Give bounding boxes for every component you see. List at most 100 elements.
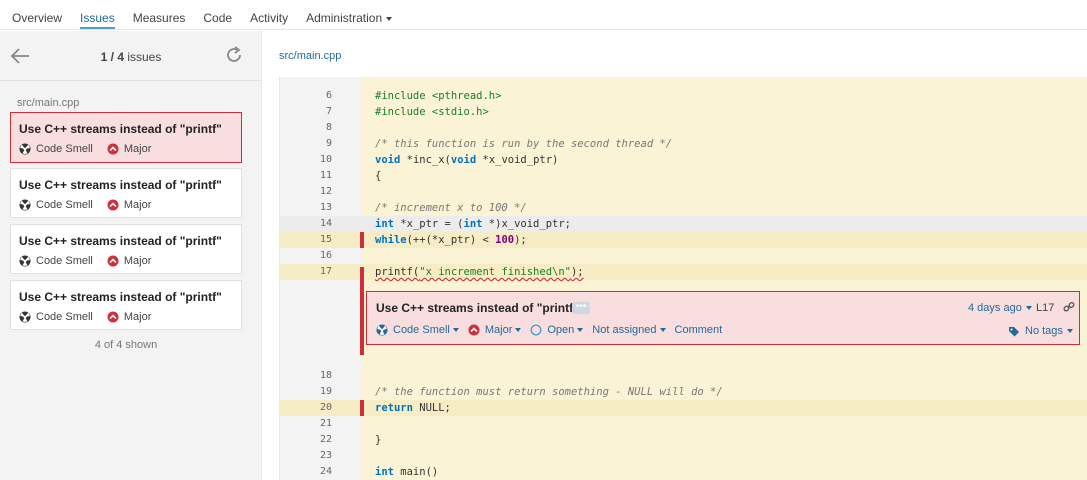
inline-issue-message[interactable]: Use C++ streams instead of "printf" <box>376 301 579 315</box>
line-number[interactable]: 23 <box>280 448 332 464</box>
code-line: 21 <box>280 416 1087 432</box>
line-number[interactable]: 20 <box>280 400 332 416</box>
code-line: 23 <box>280 448 1087 464</box>
issue-severity: Major <box>107 311 151 323</box>
nav-measures[interactable]: Measures <box>133 11 186 29</box>
shown-count: 4 of 4 shown <box>94 339 158 351</box>
issue-counter-value: 1 / 4 <box>100 50 124 64</box>
code-line: 14 int *x_ptr = (int *)x_void_ptr; <box>280 216 1087 232</box>
issue-line-marker <box>360 232 364 248</box>
status-dropdown[interactable]: Open <box>530 324 584 336</box>
main-panel: src/main.cpp 6 #include <pthread.h> 7 #incl… <box>263 31 1087 480</box>
issue-counter: 1 / 4 issues <box>0 50 262 64</box>
line-number[interactable]: 18 <box>280 368 332 384</box>
chevron-down-icon <box>1025 306 1032 311</box>
line-number[interactable]: 14 <box>280 216 332 232</box>
comment-button[interactable]: Comment <box>675 324 723 336</box>
line-number[interactable]: 7 <box>280 104 332 120</box>
line-number[interactable]: 12 <box>280 184 332 200</box>
code-line: 11 { <box>280 168 1087 184</box>
issue-card[interactable]: Use C++ streams instead of "printf" Code … <box>10 168 242 218</box>
line-number[interactable]: 19 <box>280 384 332 400</box>
line-number[interactable]: 11 <box>280 168 332 184</box>
nav-overview[interactable]: Overview <box>12 11 62 29</box>
tags-dropdown[interactable]: No tags <box>1008 325 1073 337</box>
tags-label: No tags <box>1025 325 1063 337</box>
code-line: 19 /* the function must return something … <box>280 384 1087 400</box>
code-text: #include <pthread.h> <box>375 90 502 102</box>
code-text: /* increment x to 100 */ <box>375 202 527 214</box>
code-line: 18 <box>280 368 1087 384</box>
issues-sidebar: 1 / 4 issues src/main.cpp Use C++ stream… <box>0 31 262 480</box>
chevron-down-icon <box>1066 329 1073 333</box>
line-number[interactable]: 24 <box>280 464 332 480</box>
assignee-label: Not assigned <box>592 324 657 336</box>
nav-activity[interactable]: Activity <box>250 11 288 29</box>
issue-meta: Code Smell Major <box>19 311 151 323</box>
code-smell-icon <box>19 199 31 211</box>
code-smell-icon <box>376 324 388 336</box>
nav-administration[interactable]: Administration <box>306 11 393 29</box>
issue-counter-suffix: issues <box>127 50 162 64</box>
issue-card[interactable]: Use C++ streams instead of "printf" Code … <box>10 280 242 330</box>
line-number[interactable]: 10 <box>280 152 332 168</box>
assignee-dropdown[interactable]: Not assigned <box>592 324 666 336</box>
line-number[interactable]: 13 <box>280 200 332 216</box>
nav-code[interactable]: Code <box>203 11 232 29</box>
type-label: Code Smell <box>393 324 450 336</box>
severity-major-icon <box>107 255 119 267</box>
issue-message: Use C++ streams instead of "printf" <box>19 234 222 248</box>
code-line: 9 /* this function is run by the second t… <box>280 136 1087 152</box>
permalink-icon[interactable] <box>1063 301 1075 313</box>
code-line: 6 #include <pthread.h> <box>280 88 1087 104</box>
line-number[interactable]: 9 <box>280 136 332 152</box>
file-breadcrumb[interactable]: src/main.cpp <box>279 50 341 62</box>
line-number[interactable]: 16 <box>280 248 332 264</box>
issue-message: Use C++ streams instead of "printf" <box>19 290 222 304</box>
severity-major-icon <box>107 143 119 155</box>
issue-line-marker <box>360 400 364 416</box>
issue-type: Code Smell <box>36 255 93 267</box>
line-number[interactable]: 8 <box>280 120 332 136</box>
nav-issues[interactable]: Issues <box>80 11 115 29</box>
issue-age[interactable]: 4 days ago <box>968 302 1032 314</box>
code-line: 15 while(++(*x_ptr) < 100); <box>280 232 1087 248</box>
code-text: printf("x increment finished\n"); <box>375 266 584 278</box>
issue-card[interactable]: Use C++ streams instead of "printf" Code … <box>10 224 242 274</box>
issue-actions: Code Smell Major Open Not assigned Comme… <box>376 324 731 336</box>
sidebar-header: 1 / 4 issues <box>0 31 261 81</box>
tag-icon <box>1009 326 1019 336</box>
status-open-icon <box>530 324 542 336</box>
line-number[interactable]: 6 <box>280 88 332 104</box>
issue-age-label: 4 days ago <box>968 302 1022 314</box>
line-number[interactable]: 17 <box>280 264 332 280</box>
issue-meta: Code Smell Major <box>19 199 151 211</box>
issue-type: Code Smell <box>36 311 93 323</box>
top-nav: Overview Issues Measures Code Activity A… <box>0 0 1087 30</box>
code-line: 8 <box>280 120 1087 136</box>
type-dropdown[interactable]: Code Smell <box>376 324 459 336</box>
line-number[interactable]: 21 <box>280 416 332 432</box>
more-options-button[interactable]: ••• <box>572 302 590 314</box>
code-text: while(++(*x_ptr) < 100); <box>375 234 527 246</box>
reload-icon[interactable] <box>224 45 244 65</box>
inline-issue-box[interactable]: Use C++ streams instead of "printf" ••• … <box>366 291 1080 345</box>
code-line: 20 return NULL; <box>280 400 1087 416</box>
code-text: { <box>375 170 382 182</box>
code-text: /* the function must return something - … <box>375 386 723 398</box>
severity-major-icon <box>107 311 119 323</box>
code-line: 10 void *inc_x(void *x_void_ptr) <box>280 152 1087 168</box>
severity-dropdown[interactable]: Major <box>468 324 522 336</box>
code-line: 12 <box>280 184 1087 200</box>
line-number[interactable]: 22 <box>280 432 332 448</box>
issue-line-ref: L17 <box>1036 302 1055 314</box>
line-number[interactable]: 15 <box>280 232 332 248</box>
code-line: 24 int main() <box>280 464 1087 480</box>
issue-card[interactable]: Use C++ streams instead of "printf" Code … <box>10 112 242 163</box>
issue-type: Code Smell <box>36 143 93 155</box>
code-text: return NULL; <box>375 402 451 414</box>
code-smell-icon <box>19 255 31 267</box>
issue-severity-label: Major <box>123 143 152 155</box>
source-viewer: 6 #include <pthread.h> 7 #include <stdio.h>… <box>279 77 1087 480</box>
chevron-down-icon <box>386 16 393 21</box>
